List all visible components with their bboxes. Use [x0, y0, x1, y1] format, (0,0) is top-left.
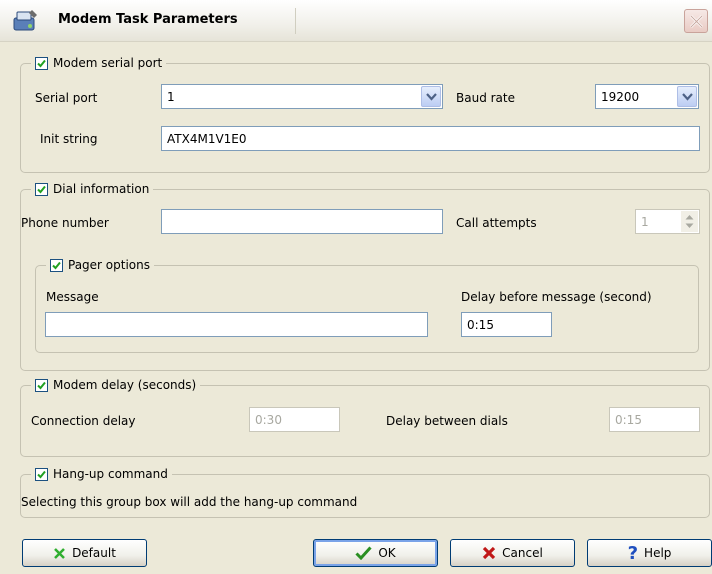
baud-rate-label: Baud rate [456, 91, 515, 105]
check-icon [52, 261, 61, 269]
close-button[interactable] [684, 9, 708, 33]
connection-delay-label: Connection delay [31, 414, 136, 428]
check-icon [37, 59, 46, 67]
modem-delay-legend: Modem delay (seconds) [53, 378, 197, 392]
close-icon [690, 15, 703, 28]
check-icon [37, 185, 46, 193]
message-label: Message [46, 290, 99, 304]
hang-up-command-group: Hang-up command [20, 467, 710, 518]
message-input[interactable] [45, 312, 428, 337]
init-string-input[interactable]: ATX4M1V1E0 [161, 126, 700, 151]
init-string-label: Init string [40, 132, 98, 146]
spin-down-icon[interactable] [685, 223, 694, 229]
delay-between-dials-label: Delay between dials [386, 414, 508, 428]
delay-between-dials-input[interactable]: 0:15 [609, 407, 700, 432]
call-attempts-spinner[interactable]: 1 [635, 209, 700, 234]
spin-up-icon[interactable] [685, 214, 694, 220]
chevron-down-icon[interactable] [421, 86, 441, 107]
chevron-down-icon[interactable] [677, 86, 697, 107]
pager-options-legend: Pager options [68, 258, 150, 272]
hang-up-command-legend: Hang-up command [53, 467, 168, 481]
cancel-icon [482, 546, 496, 560]
serial-port-select[interactable]: 1 [161, 84, 443, 109]
ok-button-label: OK [378, 546, 396, 560]
x-icon [53, 547, 66, 560]
modem-serial-port-legend: Modem serial port [53, 56, 163, 70]
dial-information-legend: Dial information [53, 182, 150, 196]
window-title: Modem Task Parameters [58, 12, 238, 27]
pager-options-checkbox[interactable] [50, 258, 63, 272]
modem-serial-port-checkbox[interactable] [35, 56, 48, 70]
call-attempts-value: 1 [641, 215, 649, 229]
call-attempts-label: Call attempts [456, 216, 537, 230]
connection-delay-input[interactable]: 0:30 [249, 407, 340, 432]
help-button-label: Help [644, 546, 672, 560]
cancel-button-label: Cancel [502, 546, 543, 560]
delay-before-message-input[interactable]: 0:15 [461, 312, 552, 337]
serial-port-label: Serial port [35, 91, 98, 105]
hang-up-command-checkbox[interactable] [35, 467, 48, 481]
dial-information-checkbox[interactable] [35, 182, 48, 196]
baud-rate-value: 19200 [601, 90, 640, 104]
ok-button[interactable]: OK [313, 539, 438, 567]
checkmark-icon [355, 546, 372, 560]
phone-number-label: Phone number [21, 216, 109, 230]
phone-number-input[interactable] [161, 209, 443, 234]
delay-before-message-label: Delay before message (second) [461, 290, 652, 304]
cancel-button[interactable]: Cancel [450, 539, 575, 567]
help-button[interactable]: ? Help [587, 539, 712, 567]
default-button-label: Default [72, 546, 116, 560]
title-bar: Modem Task Parameters [0, 0, 712, 42]
serial-port-value: 1 [167, 90, 175, 104]
modem-delay-checkbox[interactable] [35, 378, 48, 392]
modem-icon [10, 6, 40, 36]
baud-rate-select[interactable]: 19200 [595, 84, 699, 109]
hang-up-description: Selecting this group box will add the ha… [21, 495, 358, 509]
check-icon [37, 381, 46, 389]
check-icon [37, 470, 46, 478]
pager-options-group: Pager options [35, 258, 699, 353]
default-button[interactable]: Default [22, 539, 147, 567]
title-separator [295, 8, 296, 34]
help-icon: ? [627, 542, 639, 564]
modem-serial-port-group: Modem serial port [20, 56, 710, 173]
